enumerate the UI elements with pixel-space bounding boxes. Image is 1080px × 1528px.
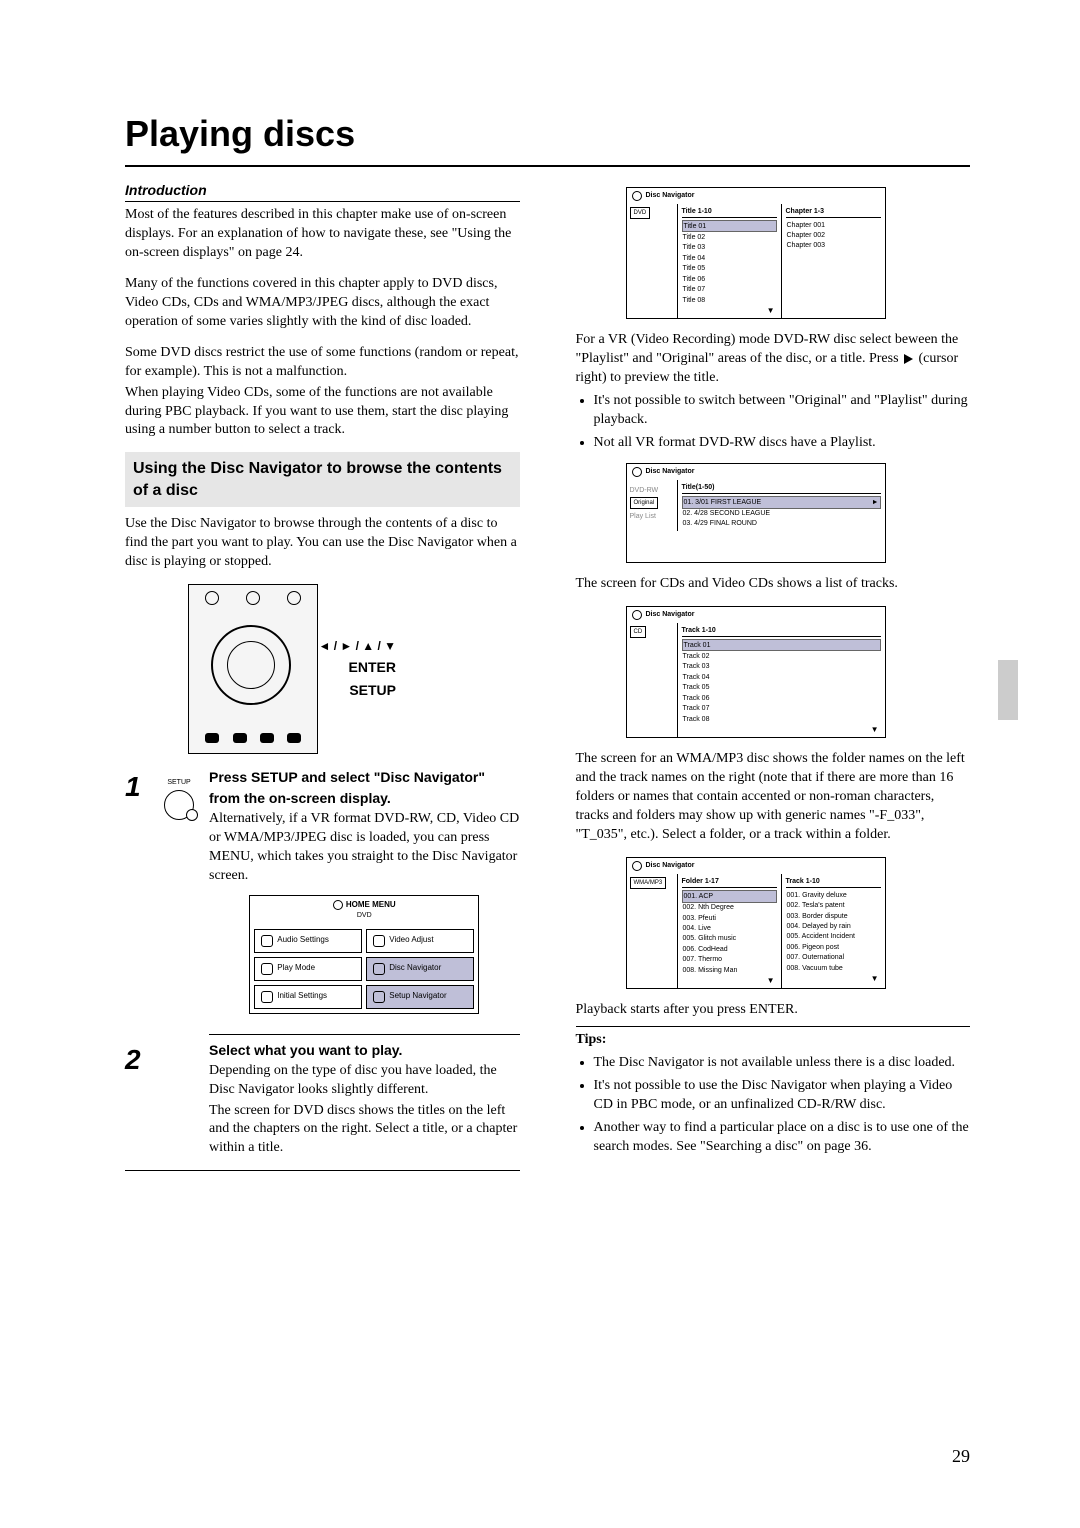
tip-item: The Disc Navigator is not available unle… bbox=[594, 1054, 971, 1073]
step2-body1: Depending on the type of disc you have l… bbox=[209, 1062, 520, 1100]
mp3-intro: The screen for an WMA/MP3 disc shows the… bbox=[576, 750, 971, 844]
tips-section: Tips: The Disc Navigator is not availabl… bbox=[576, 1026, 971, 1156]
nav-dvd-screenshot: Disc Navigator DVD Title 1-10 Title 01 T… bbox=[626, 187, 886, 320]
menu-setup-navigator: Setup Navigator bbox=[366, 985, 474, 1009]
home-menu-screenshot: HOME MENU DVD Audio Settings Video Adjus… bbox=[249, 895, 479, 1013]
page-number: 29 bbox=[952, 1444, 970, 1468]
vr-p1: For a VR (Video Recording) mode DVD-RW d… bbox=[576, 331, 971, 388]
step1-heading: Press SETUP and select "Disc Navigator" … bbox=[209, 769, 485, 806]
play-icon bbox=[904, 354, 913, 364]
page-title: Playing discs bbox=[125, 110, 970, 159]
menu-disc-navigator: Disc Navigator bbox=[366, 957, 474, 981]
remote-setup-label: SETUP bbox=[318, 679, 396, 701]
step-number: 2 bbox=[125, 1041, 149, 1170]
menu-video-adjust: Video Adjust bbox=[366, 929, 474, 953]
step2-heading: Select what you want to play. bbox=[209, 1042, 402, 1058]
intro-p4: When playing Video CDs, some of the func… bbox=[125, 384, 520, 441]
nav-mp3-screenshot: Disc Navigator WMA/MP3 Folder 1-17 001. … bbox=[626, 857, 886, 990]
cd-intro: The screen for CDs and Video CDs shows a… bbox=[576, 575, 971, 594]
menu-play-mode: Play Mode bbox=[254, 957, 362, 981]
after-enter: Playback starts after you press ENTER. bbox=[576, 1001, 971, 1020]
side-tab bbox=[998, 660, 1018, 720]
vr-bullets: It's not possible to switch between "Ori… bbox=[576, 392, 971, 453]
left-column: Introduction Most of the features descri… bbox=[125, 181, 520, 1172]
right-column: Disc Navigator DVD Title 1-10 Title 01 T… bbox=[576, 181, 971, 1172]
step-number: 1 bbox=[125, 768, 149, 1035]
intro-p1: Most of the features described in this c… bbox=[125, 206, 520, 263]
nav-cd-screenshot: Disc Navigator CD Track 1-10 Track 01 Tr… bbox=[626, 606, 886, 739]
remote-diagram: ◄ / ► / ▲ / ▼ ENTER SETUP bbox=[125, 584, 520, 754]
menu-initial-settings: Initial Settings bbox=[254, 985, 362, 1009]
setup-button-icon: SETUP bbox=[157, 768, 201, 1035]
step2-body2: The screen for DVD discs shows the title… bbox=[209, 1102, 520, 1159]
remote-arrows-label: ◄ / ► / ▲ / ▼ bbox=[318, 637, 396, 656]
tip-item: Another way to find a particular place o… bbox=[594, 1119, 971, 1157]
section-heading: Using the Disc Navigator to browse the c… bbox=[125, 452, 520, 507]
step-1: 1 SETUP Press SETUP and select "Disc Nav… bbox=[125, 768, 520, 1035]
nav-vr-screenshot: Disc Navigator DVD-RW Original Play List… bbox=[626, 463, 886, 563]
step1-body: Alternatively, if a VR format DVD-RW, CD… bbox=[209, 810, 520, 886]
intro-heading: Introduction bbox=[125, 181, 520, 203]
divider bbox=[125, 165, 970, 167]
nav-intro: Use the Disc Navigator to browse through… bbox=[125, 515, 520, 572]
intro-p3: Some DVD discs restrict the use of some … bbox=[125, 344, 520, 382]
tip-item: It's not possible to use the Disc Naviga… bbox=[594, 1077, 971, 1115]
menu-audio-settings: Audio Settings bbox=[254, 929, 362, 953]
step-2: 2 Select what you want to play. Dependin… bbox=[125, 1041, 520, 1170]
remote-enter-label: ENTER bbox=[318, 656, 396, 678]
intro-p2: Many of the functions covered in this ch… bbox=[125, 275, 520, 332]
tips-heading: Tips: bbox=[576, 1031, 971, 1050]
